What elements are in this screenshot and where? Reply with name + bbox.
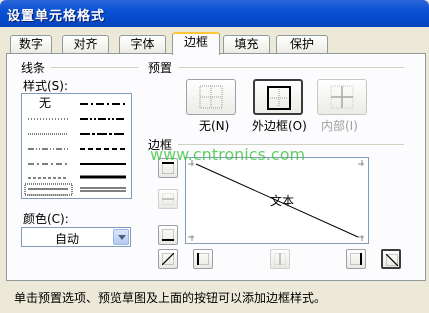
presets-group-divider [178,67,404,68]
color-dropdown[interactable]: 自动 [21,227,131,247]
preset-inside-button [317,79,367,115]
line-group-label: 线条 [21,61,46,75]
border-inside-horizontal-button [158,189,178,209]
tab-alignment[interactable]: 对齐 [62,35,109,54]
border-inside-horizontal-icon [162,193,174,205]
diagonal-down-icon [386,254,398,266]
style-label: 样式(S): [23,79,69,93]
color-label: 颜色(C): [23,212,69,226]
line-style-none[interactable]: 无 [39,96,51,110]
tab-strip: 数字 对齐 字体 边框 填充 保护 [6,32,426,55]
status-text: 单击预置选项、预览草图及上面的按钮可以添加边框样式。 [14,291,327,305]
chevron-down-icon[interactable] [113,229,129,245]
tab-protection[interactable]: 保护 [276,35,328,54]
tab-number[interactable]: 数字 [10,35,52,54]
border-right-icon [350,253,362,265]
tab-fill[interactable]: 填充 [223,35,270,54]
border-bottom-icon [162,229,174,241]
title-bar: 设置单元格格式 [0,0,429,27]
presets-group-label: 预置 [148,61,173,75]
line-style-list[interactable]: 无 [21,93,132,199]
border-left-icon [197,253,209,265]
border-diagonal-up-button[interactable] [158,249,178,269]
watermark: www.cntronics.com [150,145,306,164]
diagonal-up-icon [162,253,174,265]
window-title: 设置单元格格式 [7,9,106,24]
preset-outline-button[interactable] [253,79,303,115]
border-right-button[interactable] [346,249,366,269]
line-style-swatches: 无 [24,96,126,196]
border-left-button[interactable] [193,249,213,269]
tab-border[interactable]: 边框 [172,32,220,55]
border-inside-vertical-button [270,249,290,269]
status-divider [0,283,429,284]
border-preview[interactable]: 文本 [185,157,369,244]
tab-font[interactable]: 字体 [119,35,166,54]
preset-outline-icon [267,86,291,110]
border-diagonal-down-button[interactable] [381,249,401,269]
preset-inside-label: 内部(I) [321,119,358,133]
preset-inside-icon [330,85,354,109]
preset-none-icon [199,85,223,109]
line-group-divider [50,67,138,68]
preview-text: 文本 [270,194,295,208]
border-inside-vertical-icon [274,253,286,265]
preset-none-label: 无(N) [199,119,230,133]
color-value: 自动 [54,232,79,246]
preset-outline-label: 外边框(O) [252,119,307,133]
border-bottom-button[interactable] [158,225,178,245]
preset-none-button[interactable] [186,79,236,115]
